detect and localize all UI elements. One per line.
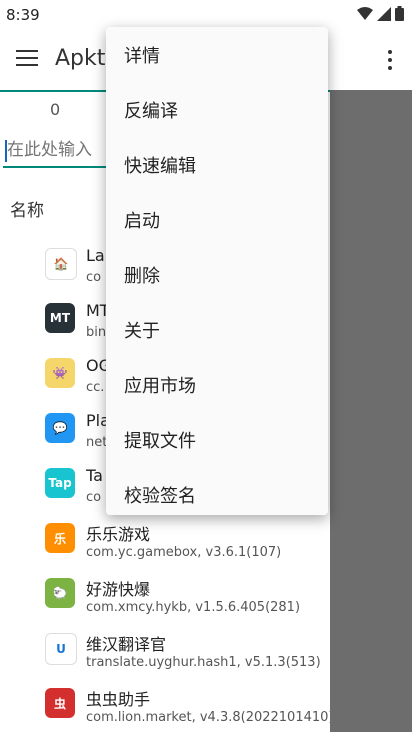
app-name: 维汉翻译官 [86, 635, 167, 654]
menu-item-delete[interactable]: 删除 [106, 247, 328, 302]
menu-item-decompile[interactable]: 反编译 [106, 82, 328, 137]
app-name: 好游快爆 [86, 580, 151, 599]
menu-icon[interactable] [16, 50, 38, 68]
menu-item-extract-files[interactable]: 提取文件 [106, 412, 328, 467]
menu-item-about[interactable]: 关于 [106, 302, 328, 357]
app-name: Ta [86, 466, 103, 485]
app-count: 0 [50, 100, 61, 119]
status-bar: 8:39 [0, 0, 412, 30]
hykb-icon: 🐑 [45, 578, 75, 608]
app-package: co [86, 490, 102, 505]
app-package: bin [86, 325, 107, 340]
context-menu: 详情 反编译 快速编辑 启动 删除 关于 应用市场 提取文件 校验签名 [106, 27, 328, 515]
menu-item-details[interactable]: 详情 [106, 27, 328, 82]
app-package: com.xmcy.hykb, v1.5.6.405(281) [86, 600, 301, 615]
menu-item-verify-signature[interactable]: 校验签名 [106, 467, 328, 515]
dim-overlay[interactable] [330, 90, 412, 732]
house-icon: 🏠 [45, 248, 77, 280]
pacman-ghost-icon: 👾 [45, 358, 75, 388]
app-package: com.yc.gamebox, v3.6.1(107) [86, 545, 282, 560]
taptap-icon: Tap [45, 468, 75, 498]
app-package: com.lion.market, v4.3.8(2022101410) [86, 710, 334, 725]
chongchong-icon: 虫 [45, 688, 75, 718]
battery-icon [395, 6, 404, 21]
app-package: translate.uyghur.hash1, v5.1.3(513) [86, 655, 321, 670]
status-time: 8:39 [6, 6, 40, 24]
app-name: La [86, 246, 105, 265]
app-name: 乐乐游戏 [86, 525, 151, 544]
name-column-header[interactable]: 名称 [10, 196, 44, 221]
text-cursor [5, 140, 7, 162]
status-icons [357, 6, 404, 21]
app-package: co [86, 270, 102, 285]
app-name: 虫虫助手 [86, 690, 151, 709]
cell-signal-icon [377, 6, 391, 21]
mt-manager-icon: MT [45, 303, 75, 333]
menu-item-app-market[interactable]: 应用市场 [106, 357, 328, 412]
menu-item-launch[interactable]: 启动 [106, 192, 328, 247]
overflow-menu-icon[interactable] [388, 50, 394, 72]
chat-bubble-icon: 💬 [45, 413, 75, 443]
lele-game-icon: 乐 [45, 523, 75, 553]
menu-item-quick-edit[interactable]: 快速编辑 [106, 137, 328, 192]
app-package: net [86, 435, 108, 450]
app-package: cc. [86, 380, 105, 395]
translate-u-icon: U [45, 633, 77, 665]
wifi-icon [357, 6, 373, 20]
